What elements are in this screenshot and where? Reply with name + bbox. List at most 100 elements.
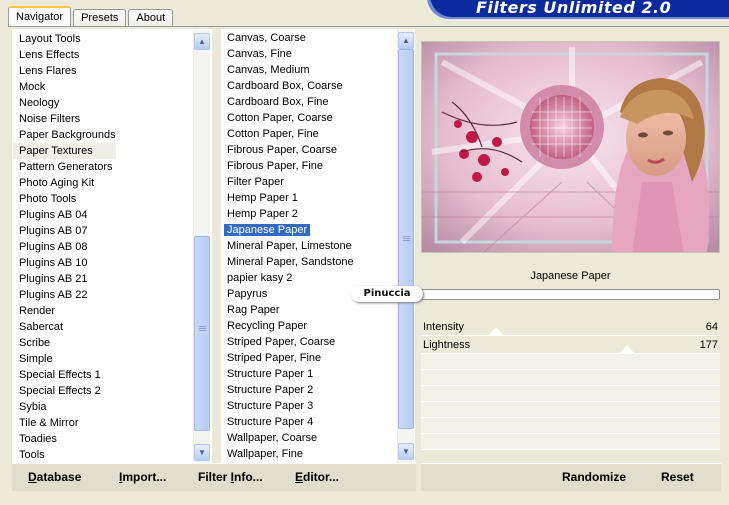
filter-item[interactable]: Rag Paper	[221, 302, 354, 318]
filter-item[interactable]: Structure Paper 1	[221, 366, 354, 382]
filter-item[interactable]: Structure Paper 2	[221, 382, 354, 398]
reset-button[interactable]: Reset	[661, 470, 694, 484]
category-item[interactable]: Lens Effects	[13, 47, 116, 63]
filter-item[interactable]: Canvas, Coarse	[221, 30, 354, 46]
filter-item-label: Cardboard Box, Fine	[227, 96, 329, 108]
bottom-toolbar-right: Randomize Reset	[421, 463, 721, 491]
empty-slider-row	[421, 370, 720, 386]
filter-item[interactable]: Filter Paper	[221, 174, 354, 190]
filter-item[interactable]: papier kasy 2	[221, 270, 354, 286]
slider-thumb[interactable]	[488, 327, 503, 335]
category-item[interactable]: Sybia	[13, 399, 116, 415]
slider-thumb[interactable]	[620, 345, 635, 353]
tab-strip: Navigator Presets About	[8, 5, 175, 27]
category-item[interactable]: Plugins AB 04	[13, 207, 116, 223]
filter-item[interactable]: Fibrous Paper, Coarse	[221, 142, 354, 158]
filter-list[interactable]: Canvas, Coarse Canvas, Fine Canvas, Medium…	[221, 29, 415, 463]
filter-item[interactable]: Mineral Paper, Limestone	[221, 238, 354, 254]
filter-scroll-thumb[interactable]	[398, 49, 414, 429]
filter-item-label: Wallpaper, Coarse	[227, 432, 318, 444]
filter-item[interactable]: Hemp Paper 2	[221, 206, 354, 222]
filter-list-items: Canvas, Coarse Canvas, Fine Canvas, Medium…	[221, 30, 354, 462]
scroll-down-icon[interactable]: ▼	[398, 443, 414, 460]
filter-item[interactable]: Striped Paper, Coarse	[221, 334, 354, 350]
scroll-down-icon[interactable]: ▼	[194, 444, 210, 461]
category-item[interactable]: Paper Textures	[13, 143, 116, 159]
filter-item[interactable]: Hemp Paper 1	[221, 190, 354, 206]
category-item[interactable]: Mock	[13, 79, 116, 95]
editor-label: ditor...	[303, 470, 340, 484]
category-item[interactable]: Pattern Generators	[13, 159, 116, 175]
category-item[interactable]: Tile & Mirror	[13, 415, 116, 431]
filter-info-label: nfo...	[234, 470, 263, 484]
category-scroll-thumb[interactable]	[194, 236, 210, 431]
category-item[interactable]: Plugins AB 10	[13, 255, 116, 271]
category-item[interactable]: Render	[13, 303, 116, 319]
filter-item[interactable]: Japanese Paper	[221, 222, 354, 238]
category-item[interactable]: Plugins AB 07	[13, 223, 116, 239]
database-mnemonic: D	[28, 470, 37, 484]
watermark-badge: Pinuccia	[351, 286, 423, 302]
filter-item[interactable]: Canvas, Medium	[221, 62, 354, 78]
category-item[interactable]: Noise Filters	[13, 111, 116, 127]
filter-item-label: Hemp Paper 2	[227, 208, 298, 220]
filter-item[interactable]: Cotton Paper, Coarse	[221, 110, 354, 126]
category-item[interactable]: Sabercat	[13, 319, 116, 335]
filter-item[interactable]: Cardboard Box, Fine	[221, 94, 354, 110]
tab-navigator[interactable]: Navigator	[8, 6, 72, 27]
category-item[interactable]: Photo Aging Kit	[13, 175, 116, 191]
category-item[interactable]: Special Effects 2	[13, 383, 116, 399]
filter-item[interactable]: Papyrus	[221, 286, 354, 302]
scroll-up-icon[interactable]: ▲	[194, 33, 210, 50]
category-item[interactable]: Plugins AB 21	[13, 271, 116, 287]
category-item[interactable]: Toadies	[13, 431, 116, 447]
category-item[interactable]: Plugins AB 22	[13, 287, 116, 303]
import-label: mport...	[122, 470, 167, 484]
category-item[interactable]: Layout Tools	[13, 31, 116, 47]
category-item[interactable]: Paper Backgrounds	[13, 127, 116, 143]
scroll-up-icon[interactable]: ▲	[398, 32, 414, 49]
randomize-button[interactable]: Randomize	[562, 470, 626, 484]
filter-item-label: Striped Paper, Fine	[227, 352, 322, 364]
filter-scrollbar[interactable]: ▲ ▼	[397, 29, 414, 463]
category-list[interactable]: Layout Tools Lens Effects Lens Flares Mock N…	[12, 29, 212, 463]
tab-presets[interactable]: Presets	[73, 9, 127, 27]
category-item[interactable]: Scribe	[13, 335, 116, 351]
editor-button[interactable]: Editor...	[295, 470, 339, 484]
category-item[interactable]: Photo Tools	[13, 191, 116, 207]
filter-item[interactable]: Striped Paper, Fine	[221, 350, 354, 366]
category-item[interactable]: Simple	[13, 351, 116, 367]
slider-lightness[interactable]: Lightness 177	[421, 336, 720, 354]
slider-intensity[interactable]: Intensity 64	[421, 318, 720, 336]
category-item[interactable]: Neology	[13, 95, 116, 111]
category-item[interactable]: Plugins AB 08	[13, 239, 116, 255]
filter-item-label: Papyrus	[227, 288, 268, 300]
filter-item[interactable]: Cotton Paper, Fine	[221, 126, 354, 142]
filter-item[interactable]: Structure Paper 4	[221, 414, 354, 430]
filter-item[interactable]: Canvas, Fine	[221, 46, 354, 62]
filter-item-label: Canvas, Coarse	[227, 32, 306, 44]
filter-item[interactable]: Fibrous Paper, Fine	[221, 158, 354, 174]
category-scrollbar[interactable]: ▲ ▼	[193, 30, 210, 462]
category-item[interactable]: Lens Flares	[13, 63, 116, 79]
tab-about[interactable]: About	[128, 9, 174, 27]
database-label: atabase	[36, 470, 82, 484]
filter-item[interactable]: Wallpaper, Fine	[221, 446, 354, 462]
filter-item[interactable]: Cardboard Box, Coarse	[221, 78, 354, 94]
filter-info-button[interactable]: Filter Info...	[198, 470, 263, 484]
filter-item-label: Filter Paper	[227, 176, 284, 188]
filter-item-label: Striped Paper, Coarse	[227, 336, 336, 348]
preview-image	[421, 41, 720, 253]
slider-value: 177	[699, 339, 718, 351]
filter-item[interactable]: Recycling Paper	[221, 318, 354, 334]
filter-item[interactable]: Wallpaper, Coarse	[221, 430, 354, 446]
category-item[interactable]: Tools	[13, 447, 116, 462]
filter-item-label: Canvas, Fine	[227, 48, 292, 60]
filter-item-label: Structure Paper 2	[227, 384, 314, 396]
filter-item-label: Rag Paper	[227, 304, 280, 316]
import-button[interactable]: Import...	[119, 470, 166, 484]
filter-item[interactable]: Mineral Paper, Sandstone	[221, 254, 354, 270]
filter-item[interactable]: Structure Paper 3	[221, 398, 354, 414]
category-item[interactable]: Special Effects 1	[13, 367, 116, 383]
database-button[interactable]: Database	[28, 470, 81, 484]
